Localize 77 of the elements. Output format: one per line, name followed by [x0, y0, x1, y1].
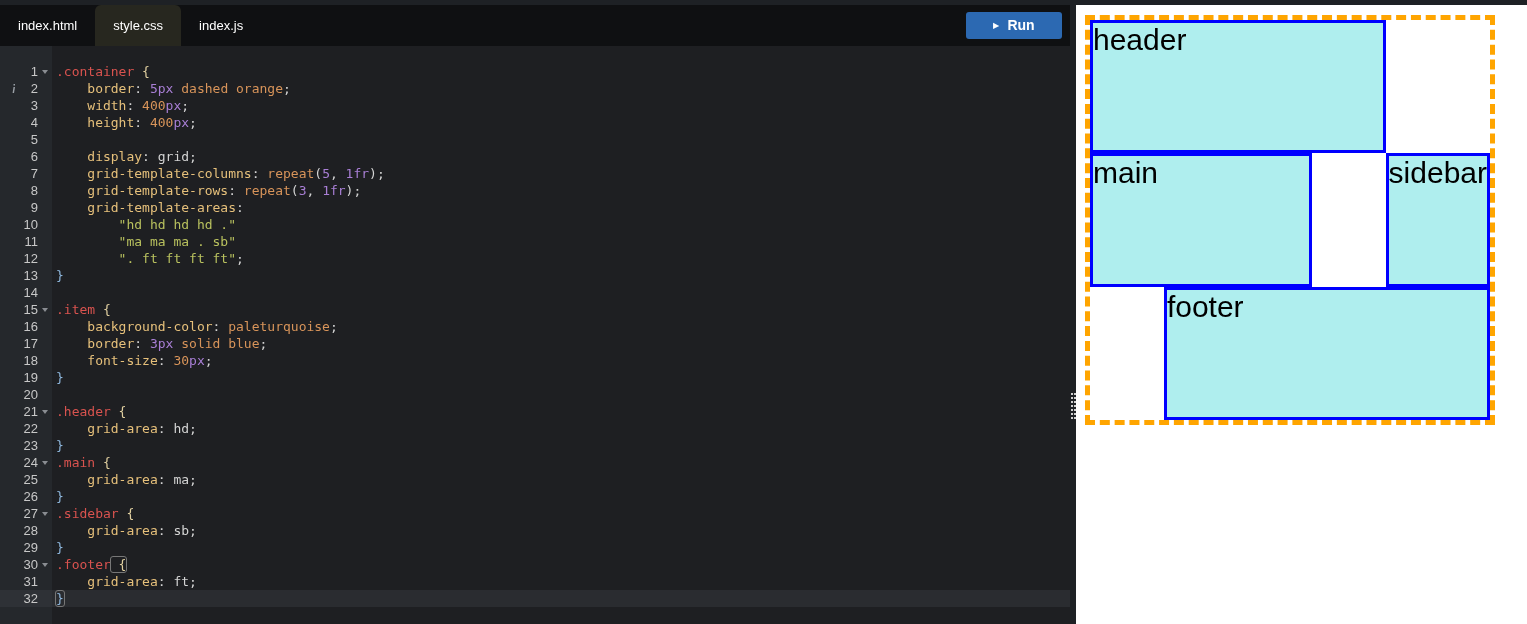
line-number: 16 [22, 318, 38, 335]
line-number: 15 [22, 301, 38, 318]
code-line: .header { [55, 403, 127, 420]
line-number: 29 [22, 539, 38, 556]
grid-item: main [1090, 153, 1312, 287]
line-number: 2 [29, 80, 38, 97]
grid-item: footer [1163, 286, 1490, 420]
code-line: .footer { [55, 556, 127, 573]
grid-item: header [1090, 20, 1386, 154]
line-number: 14 [22, 284, 38, 301]
line-number: 23 [22, 437, 38, 454]
line-number: 31 [22, 573, 38, 590]
line-number: 9 [29, 199, 38, 216]
line-number: 10 [22, 216, 38, 233]
code-line: } [55, 437, 64, 454]
code-line: .container { [55, 63, 150, 80]
line-number: 24 [22, 454, 38, 471]
code-line: } [55, 267, 64, 284]
code-line: "hd hd hd hd ." [117, 216, 236, 233]
line-number: 30 [22, 556, 38, 573]
line-number: 17 [22, 335, 38, 352]
line-number: 12 [22, 250, 38, 267]
file-tab[interactable]: index.html [0, 5, 96, 46]
line-number: 18 [22, 352, 38, 369]
line-number: 5 [29, 131, 38, 148]
line-number: 19 [22, 369, 38, 386]
file-tab[interactable]: index.js [181, 5, 262, 46]
code-line: } [55, 488, 64, 505]
line-number: 25 [22, 471, 38, 488]
code-line: .item { [55, 301, 111, 318]
line-number: 22 [22, 420, 38, 437]
code-line: grid-area: sb; [86, 522, 197, 539]
line-number: 1 [29, 63, 38, 80]
line-number: 21 [22, 403, 38, 420]
code-line: grid-area: ft; [86, 573, 197, 590]
code-line: grid-template-rows: repeat(3, 1fr); [86, 182, 362, 199]
code-line: } [55, 590, 64, 607]
fold-caret-icon[interactable] [42, 511, 48, 516]
file-tab[interactable]: style.css [95, 5, 182, 46]
code-line: border: 3px solid blue; [86, 335, 268, 352]
code-line: display: grid; [86, 148, 197, 165]
code-line: "ma ma ma . sb" [117, 233, 236, 250]
code-line: .sidebar { [55, 505, 135, 522]
code-line: ". ft ft ft ft"; [117, 250, 244, 267]
line-number: 20 [22, 386, 38, 403]
line-number: 7 [29, 165, 38, 182]
code-line: .main { [55, 454, 111, 471]
code-line: border: 5px dashed orange; [86, 80, 291, 97]
run-button[interactable]: ▶ Run [966, 12, 1062, 39]
fold-caret-icon[interactable] [42, 307, 48, 312]
info-icon [12, 84, 16, 93]
line-number: 13 [22, 267, 38, 284]
fold-caret-icon[interactable] [42, 409, 48, 414]
grid-item: sidebar [1385, 153, 1490, 287]
code-line: width: 400px; [86, 97, 190, 114]
code-line: font-size: 30px; [86, 352, 213, 369]
code-line: grid-area: hd; [86, 420, 197, 437]
fold-caret-icon[interactable] [42, 562, 48, 567]
code-line: grid-area: ma; [86, 471, 197, 488]
line-number: 4 [29, 114, 38, 131]
fold-caret-icon[interactable] [42, 69, 48, 74]
line-number: 6 [29, 148, 38, 165]
line-number: 11 [23, 233, 38, 250]
code-line: grid-template-areas: [86, 199, 244, 216]
line-number: 3 [29, 97, 38, 114]
line-number: 26 [22, 488, 38, 505]
fold-caret-icon[interactable] [42, 460, 48, 465]
code-line: background-color: paleturquoise; [86, 318, 338, 335]
code-line: height: 400px; [86, 114, 197, 131]
code-line: } [55, 539, 64, 556]
line-number: 8 [29, 182, 38, 199]
code-line: } [55, 369, 64, 386]
line-number: 27 [22, 505, 38, 522]
line-number: 28 [22, 522, 38, 539]
resize-grip-icon[interactable] [1070, 393, 1076, 421]
line-number: 32 [22, 590, 38, 607]
code-line: grid-template-columns: repeat(5, 1fr); [86, 165, 385, 182]
